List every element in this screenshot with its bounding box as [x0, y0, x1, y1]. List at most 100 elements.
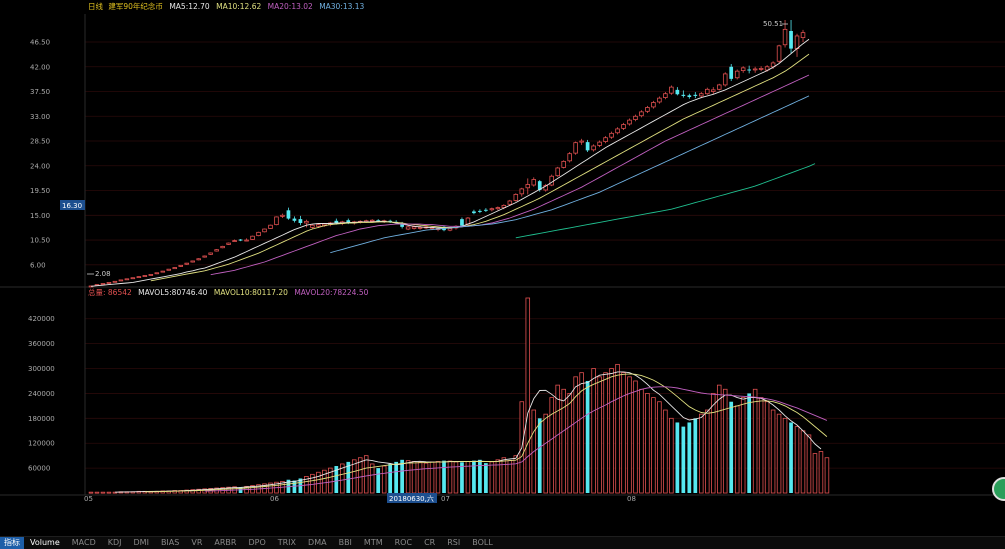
volume-bar	[663, 409, 668, 494]
candle-body	[124, 278, 130, 281]
volume-bar	[687, 422, 692, 493]
volume-bar	[507, 460, 513, 494]
candle-body	[716, 84, 722, 90]
candle-body	[472, 211, 476, 214]
volume-bar	[388, 463, 393, 493]
candle-body	[752, 68, 758, 71]
tab-dpo[interactable]: DPO	[242, 537, 271, 549]
volume-bar	[357, 457, 363, 494]
candle-body	[202, 255, 207, 258]
candle-body	[190, 260, 195, 263]
candle-body	[112, 280, 118, 283]
volume-bar	[633, 380, 638, 494]
volume-bar	[543, 413, 548, 494]
max-price-label: 50.51	[763, 20, 783, 28]
candle-body	[794, 35, 800, 50]
tab-bias[interactable]: BIAS	[155, 537, 185, 549]
volume-bar	[400, 459, 404, 493]
volume-tick-label: 240000	[28, 390, 55, 398]
price-tick-label: 42.00	[30, 63, 50, 71]
candle-body	[519, 188, 525, 195]
volume-bar	[567, 393, 572, 494]
tab-arbr[interactable]: ARBR	[208, 537, 242, 549]
candle-body	[447, 228, 453, 231]
candle-body	[621, 124, 626, 129]
candle-body	[675, 89, 680, 95]
tab-dma[interactable]: DMA	[302, 537, 333, 549]
volume-bar	[675, 422, 680, 493]
volume-bars	[88, 297, 830, 494]
candles	[88, 19, 806, 288]
volume-bar	[645, 393, 650, 494]
candle-body	[238, 239, 243, 241]
volume-bar	[561, 388, 566, 494]
volume-bar	[478, 459, 482, 493]
volume-bar	[734, 405, 740, 494]
tab-rsi[interactable]: RSI	[441, 537, 466, 549]
volume-bar	[740, 397, 746, 494]
volume-bar	[669, 417, 674, 494]
volume-tick-label: 420000	[28, 315, 55, 323]
tab-bbi[interactable]: BBI	[333, 537, 358, 549]
candle-body	[232, 240, 237, 242]
candle-body	[567, 153, 572, 162]
price-tick-label: 10.50	[30, 237, 50, 245]
volume-bar	[363, 455, 369, 494]
candle-body	[184, 262, 189, 265]
tab-macd[interactable]: MACD	[66, 537, 102, 549]
volume-bar	[789, 422, 793, 493]
instrument-name: 建军90年纪念币	[108, 1, 163, 11]
tab-roc[interactable]: ROC	[389, 537, 418, 549]
mavol5-legend: MAVOL5:80746.40	[138, 288, 208, 297]
x-label-05: 05	[84, 495, 93, 503]
candle-body	[507, 200, 513, 205]
volume-bar	[818, 451, 824, 494]
ma-line-ma5	[90, 38, 810, 287]
volume-bar	[106, 491, 112, 494]
ma30-legend: MA30:13.13	[319, 2, 364, 11]
volume-bar	[770, 409, 776, 494]
candle-body	[495, 207, 501, 210]
volume-bar	[292, 480, 297, 493]
chart-canvas[interactable]: 6.00 10.50 15.00 19.50 24.00 28.50 33.00 37.50 4…	[0, 0, 1005, 548]
tab-cr[interactable]: CR	[418, 537, 441, 549]
candle-body	[561, 160, 566, 168]
candle-body	[196, 258, 201, 261]
tab-dmi[interactable]: DMI	[128, 537, 155, 549]
volume-bar	[722, 388, 728, 494]
candle-body	[639, 111, 644, 117]
volume-bar	[729, 401, 734, 493]
candle-body	[154, 272, 160, 275]
candle-body	[615, 128, 620, 134]
candle-body	[579, 140, 584, 143]
volume-bar	[585, 380, 590, 493]
candle-body	[681, 94, 686, 96]
candle-body	[782, 28, 788, 46]
tab-vr[interactable]: VR	[185, 537, 208, 549]
tab-kdj[interactable]: KDJ	[102, 537, 128, 549]
candle-body	[776, 45, 782, 62]
volume-bar	[537, 418, 542, 493]
candle-body	[657, 97, 662, 103]
candle-body	[316, 224, 321, 227]
volume-bar	[447, 460, 453, 494]
candle-body	[699, 93, 704, 97]
volume-bar	[615, 363, 620, 494]
period-label: 日线	[88, 1, 103, 11]
candle-body	[729, 66, 734, 79]
volume-bar	[812, 453, 818, 494]
volume-bar	[693, 418, 698, 493]
tab-boll[interactable]: BOLL	[466, 537, 499, 549]
tab-volume[interactable]: Volume	[24, 537, 66, 549]
volume-bar	[824, 457, 830, 494]
candle-body	[513, 193, 519, 201]
volume-bar	[764, 401, 770, 494]
tab-trix[interactable]: TRIX	[272, 537, 302, 549]
tab-mtm[interactable]: MTM	[358, 537, 389, 549]
ma5-legend: MA5:12.70	[169, 2, 210, 11]
candle-body	[280, 214, 285, 217]
volume-tick-label: 180000	[28, 415, 55, 423]
candle-body	[106, 282, 112, 284]
tab-indicators[interactable]: 指标	[0, 537, 24, 549]
y-axis: 6.00 10.50 15.00 19.50 24.00 28.50 33.00 37.50 4…	[28, 39, 55, 473]
